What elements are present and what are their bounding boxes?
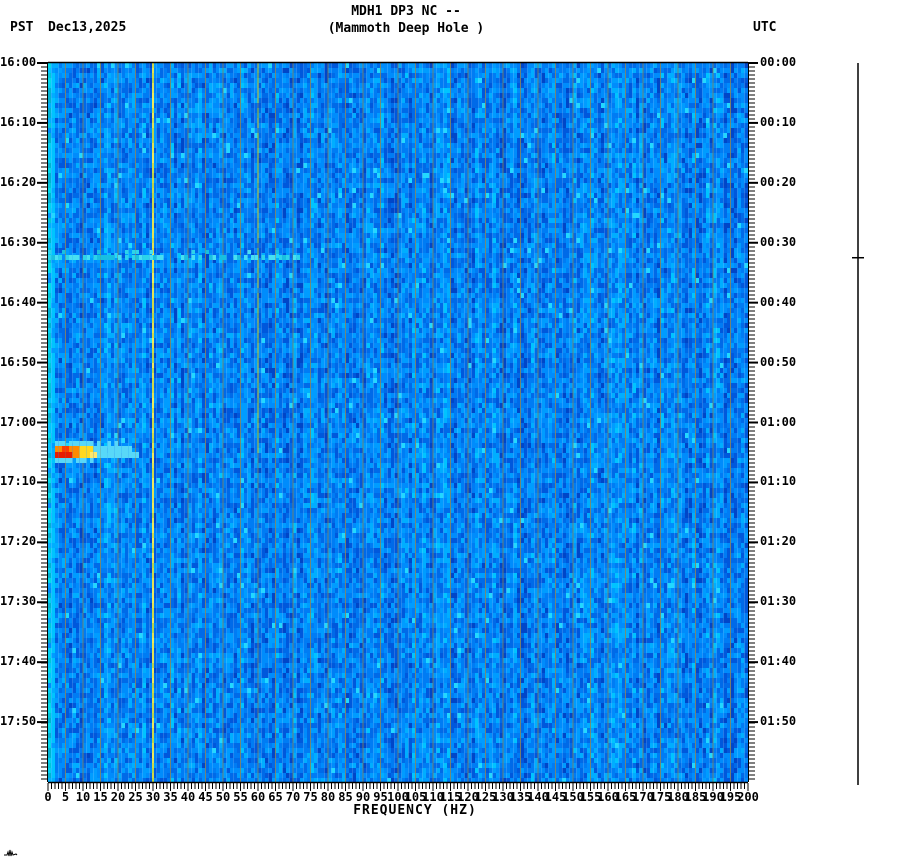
- time-label-pst: 17:30: [0, 594, 37, 609]
- time-label-utc: 00:50: [760, 354, 797, 369]
- time-label-pst: 16:20: [0, 174, 37, 189]
- time-label-utc: 00:10: [760, 114, 797, 129]
- time-label-pst: 16:30: [0, 234, 37, 249]
- time-label-pst: 17:40: [0, 654, 37, 669]
- time-label-pst: 17:10: [0, 474, 37, 489]
- frequency-axis-title: FREQUENCY (HZ): [353, 803, 477, 818]
- chart-title: MDH1 DP3 NC --: [351, 4, 461, 19]
- time-label-utc: 01:10: [760, 474, 797, 489]
- time-label-utc: 01:40: [760, 654, 797, 669]
- time-label-pst: 17:20: [0, 534, 37, 549]
- time-label-pst: 16:50: [0, 354, 37, 369]
- time-label-pst: 17:00: [0, 414, 37, 429]
- time-label-utc: 00:20: [760, 174, 797, 189]
- time-label-pst: 16:10: [0, 114, 37, 129]
- time-label-utc: 01:00: [760, 414, 797, 429]
- timezone-left-label: PST: [10, 20, 34, 35]
- time-label-utc: 01:20: [760, 534, 797, 549]
- chart-header: MDH1 DP3 NC -- (Mammoth Deep Hole ): [48, 4, 764, 36]
- time-label-pst: 17:50: [0, 714, 37, 729]
- waveform-mark-icon: [3, 843, 21, 862]
- timezone-right-label: UTC: [753, 20, 777, 35]
- time-label-utc: 00:00: [760, 55, 797, 69]
- time-label-utc: 01:30: [760, 594, 797, 609]
- time-label-utc: 00:30: [760, 234, 797, 249]
- time-label-pst: 16:00: [0, 55, 37, 69]
- chart-subtitle: (Mammoth Deep Hole ): [327, 21, 485, 36]
- time-label-utc: 01:50: [760, 714, 797, 729]
- time-label-utc: 00:40: [760, 294, 797, 309]
- spectrogram-page: PST Dec13,2025 MDH1 DP3 NC -- (Mammoth D…: [0, 0, 902, 864]
- spectrogram-canvas: [48, 63, 748, 782]
- time-label-pst: 16:40: [0, 294, 37, 309]
